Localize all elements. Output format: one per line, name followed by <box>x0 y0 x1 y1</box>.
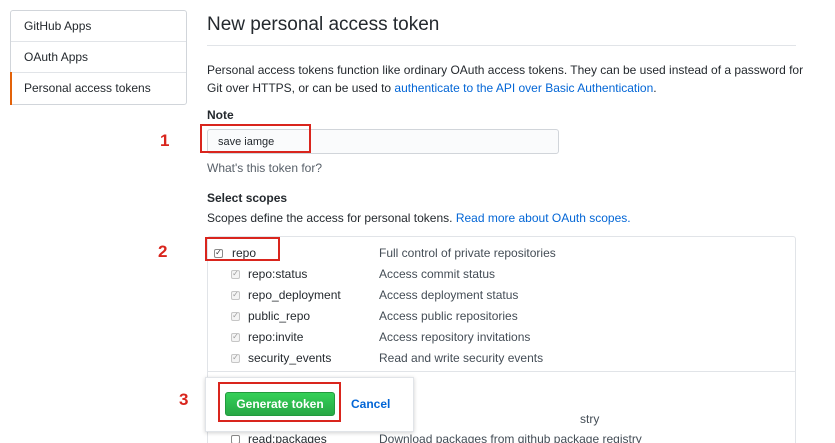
title-divider <box>207 45 796 46</box>
scope-checkbox-public-repo[interactable]: ✓ <box>231 311 240 321</box>
scope-name-repo-deployment: repo_deployment <box>248 288 341 302</box>
scope-desc-repo-deployment: Access deployment status <box>379 288 519 302</box>
note-hint: What's this token for? <box>207 161 323 175</box>
scope-name-repo-invite: repo:invite <box>248 330 304 344</box>
oauth-scopes-link[interactable]: Read more about OAuth scopes. <box>456 211 631 225</box>
intro-paragraph: Personal access tokens function like ord… <box>207 61 807 97</box>
scope-row-repo-invite: ✓ repo:invite <box>231 327 303 347</box>
scope-desc-partial: stry <box>580 412 600 426</box>
page-title: New personal access token <box>207 14 440 35</box>
scope-name-repo-status: repo:status <box>248 267 308 281</box>
note-label: Note <box>207 108 234 122</box>
scope-checkbox-repo-status[interactable]: ✓ <box>231 269 240 279</box>
scopes-desc-text: Scopes define the access for personal to… <box>207 211 456 225</box>
basic-auth-link[interactable]: authenticate to the API over Basic Authe… <box>394 81 653 95</box>
annotation-number-1: 1 <box>160 131 170 150</box>
scope-group-divider <box>207 371 796 372</box>
sidebar-item-oauth-apps[interactable]: OAuth Apps <box>11 42 186 73</box>
scope-row-public-repo: ✓ public_repo <box>231 306 310 326</box>
scope-desc-read-packages: Download packages from github package re… <box>379 432 642 443</box>
annotation-box-repo <box>205 237 280 261</box>
annotation-number-3: 3 <box>179 390 189 409</box>
scope-name-read-packages: read:packages <box>248 432 327 443</box>
scope-desc-repo: Full control of private repositories <box>379 246 556 260</box>
scope-row-security-events: ✓ security_events <box>231 348 331 368</box>
scope-checkbox-repo-invite[interactable]: ✓ <box>231 332 240 342</box>
annotation-number-2: 2 <box>158 242 168 261</box>
annotation-box-generate <box>218 382 341 422</box>
scope-name-public-repo: public_repo <box>248 309 311 323</box>
scopes-title: Select scopes <box>207 191 288 205</box>
cancel-button[interactable]: Cancel <box>351 397 390 411</box>
scope-row-repo-status: ✓ repo:status <box>231 264 307 284</box>
scope-desc-repo-status: Access commit status <box>379 267 496 281</box>
scope-checkbox-read-packages[interactable] <box>231 434 240 443</box>
scope-name-security-events: security_events <box>248 351 332 365</box>
scope-desc-public-repo: Access public repositories <box>379 309 518 323</box>
scope-desc-security-events: Read and write security events <box>379 351 544 365</box>
scopes-description: Scopes define the access for personal to… <box>207 211 631 225</box>
scope-checkbox-repo-deployment[interactable]: ✓ <box>231 290 240 300</box>
scope-checkbox-security-events[interactable]: ✓ <box>231 353 240 363</box>
intro-end: . <box>653 81 657 95</box>
sidebar-item-github-apps[interactable]: GitHub Apps <box>11 11 186 42</box>
scope-desc-repo-invite: Access repository invitations <box>379 330 531 344</box>
annotation-box-note <box>200 124 311 153</box>
settings-sidebar: GitHub Apps OAuth Apps Personal access t… <box>10 10 187 105</box>
scope-row-repo-deployment: ✓ repo_deployment <box>231 285 341 305</box>
sidebar-item-personal-access-tokens[interactable]: Personal access tokens <box>10 72 186 105</box>
